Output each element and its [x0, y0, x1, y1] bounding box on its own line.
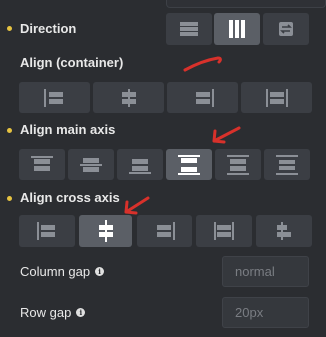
cross-axis-baseline-button[interactable] — [256, 215, 312, 247]
columns-icon — [229, 20, 245, 38]
justify-end-icon — [129, 158, 151, 174]
align-items-start-icon — [37, 222, 55, 240]
annotation-arrow — [124, 196, 150, 215]
align-container-end-button[interactable] — [167, 82, 238, 113]
row-gap-label-text: Row gap — [20, 305, 72, 320]
justify-space-around-icon — [227, 154, 249, 175]
align-right-icon — [195, 88, 214, 107]
annotation-arrow — [212, 126, 241, 144]
cross-axis-end-button[interactable] — [137, 215, 192, 247]
align-items-baseline-icon — [277, 222, 291, 240]
direction-row-button[interactable] — [166, 13, 212, 45]
setting-indicator-dot — [7, 26, 12, 31]
main-axis-space-between-button[interactable] — [166, 149, 212, 180]
justify-space-evenly-icon — [276, 154, 298, 175]
align-cross-axis-label: Align cross axis — [20, 190, 120, 205]
annotation-arrow — [183, 56, 222, 72]
align-container-center-button[interactable] — [93, 82, 164, 113]
align-container-start-button[interactable] — [19, 82, 90, 113]
rows-icon — [180, 22, 198, 36]
reverse-arrows-icon — [279, 22, 293, 36]
direction-label: Direction — [20, 21, 77, 36]
info-icon[interactable]: i — [95, 267, 105, 276]
main-axis-start-button[interactable] — [19, 149, 65, 180]
align-items-stretch-icon — [214, 222, 234, 240]
direction-column-button[interactable] — [214, 13, 260, 45]
column-gap-input[interactable]: normal — [222, 256, 309, 287]
align-left-icon — [43, 88, 63, 107]
align-container-label: Align (container) — [20, 55, 124, 70]
main-axis-center-button[interactable] — [68, 149, 114, 180]
direction-reverse-button[interactable] — [263, 13, 309, 45]
column-gap-label-text: Column gap — [20, 264, 91, 279]
align-center-icon — [121, 88, 136, 107]
cross-axis-start-button[interactable] — [19, 215, 75, 247]
justify-start-icon — [31, 155, 53, 171]
previous-control-edge — [166, 0, 326, 8]
row-gap-input[interactable]: 20px — [222, 297, 309, 328]
cross-axis-center-button[interactable] — [79, 215, 132, 247]
main-axis-end-button[interactable] — [117, 149, 163, 180]
main-axis-space-around-button[interactable] — [215, 149, 261, 180]
align-stretch-icon — [265, 88, 288, 107]
cross-axis-stretch-button[interactable] — [196, 215, 252, 247]
align-items-end-icon — [156, 222, 175, 240]
setting-indicator-dot — [7, 128, 12, 133]
row-gap-label: Row gap i — [20, 305, 86, 321]
setting-indicator-dot — [7, 196, 12, 201]
align-container-stretch-button[interactable] — [241, 82, 312, 113]
justify-space-between-icon — [178, 154, 200, 175]
main-axis-space-evenly-button[interactable] — [264, 149, 310, 180]
column-gap-label: Column gap i — [20, 264, 105, 280]
align-main-axis-label: Align main axis — [20, 122, 116, 137]
justify-center-icon — [80, 157, 102, 172]
info-icon[interactable]: i — [76, 308, 86, 317]
align-items-center-icon — [98, 220, 113, 242]
